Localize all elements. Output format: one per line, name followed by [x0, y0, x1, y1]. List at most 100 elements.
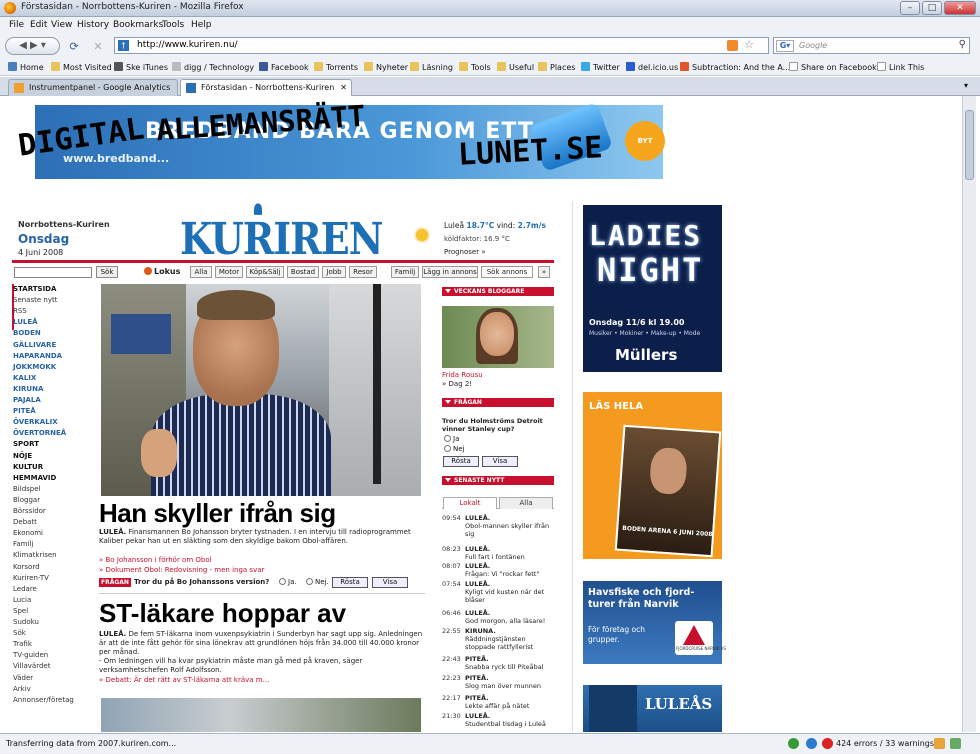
leftnav-item[interactable]: Villavärdet: [13, 662, 50, 670]
close-button[interactable]: ✕: [944, 1, 976, 15]
search-icon[interactable]: ⚲: [959, 39, 966, 50]
leftnav-item[interactable]: LULEÅ: [13, 318, 38, 326]
leftnav-item[interactable]: KALIX: [13, 374, 36, 382]
news-item[interactable]: LULEÅ. Frågan: Vi "rockar fett": [465, 562, 557, 578]
bookmark-useful[interactable]: Useful: [497, 62, 534, 72]
question-show-button[interactable]: Visa: [482, 456, 518, 467]
leftnav-item[interactable]: Korsord: [13, 563, 40, 571]
bookmark-home[interactable]: Home: [8, 62, 44, 72]
lokus-tab-lagg-in[interactable]: Lägg in annons: [422, 266, 478, 278]
menu-file[interactable]: File: [9, 20, 24, 30]
menu-bookmarks[interactable]: Bookmarks: [113, 20, 163, 30]
leftnav-item[interactable]: GÄLLIVARE: [13, 341, 56, 349]
leftnav-item[interactable]: KULTUR: [13, 463, 43, 471]
addon-icon-2[interactable]: [950, 738, 961, 749]
news-item[interactable]: LULEÅ. Studentbal tisdag i Luleå: [465, 712, 557, 728]
leftnav-item[interactable]: Sudoku: [13, 618, 39, 626]
news-item[interactable]: LULEÅ. Full fart i fontänen: [465, 545, 557, 561]
forecast-link[interactable]: Prognoser »: [444, 248, 486, 256]
leftnav-item[interactable]: JOKKMOKK: [13, 363, 56, 371]
article2-photo[interactable]: [101, 698, 421, 732]
tab-kuriren[interactable]: Förstasidan - Norrbottens-Kuriren ✕: [180, 79, 352, 96]
bookmark-places[interactable]: Places: [538, 62, 575, 72]
lokus-tab-more[interactable]: »: [538, 266, 550, 278]
leftnav-item[interactable]: ÖVERTORNEÅ: [13, 429, 66, 437]
bookmark-torrents[interactable]: Torrents: [314, 62, 358, 72]
article1-headline[interactable]: Han skyller ifrån sig: [99, 498, 336, 529]
tab-lokalt[interactable]: Lokalt: [443, 497, 497, 509]
site-search-input[interactable]: [14, 267, 92, 278]
leftnav-item[interactable]: Väder: [13, 674, 33, 682]
leftnav-item[interactable]: KIRUNA: [13, 385, 43, 393]
leftnav-item[interactable]: BODEN: [13, 329, 41, 337]
leftnav-item[interactable]: Trafik: [13, 640, 32, 648]
bookmark-facebook[interactable]: Facebook: [259, 62, 309, 72]
question-vote-button[interactable]: Rösta: [443, 456, 479, 467]
blogger-photo[interactable]: [442, 306, 554, 368]
blogger-post-link[interactable]: » Dag 2!: [442, 380, 472, 388]
news-item[interactable]: LULEÅ. Obol-mannen skyller ifrån sig: [465, 514, 557, 538]
tab-list-icon[interactable]: ▾: [964, 81, 968, 90]
leftnav-item[interactable]: Bloggar: [13, 496, 40, 504]
lokus-tab-bostad[interactable]: Bostad: [287, 266, 319, 278]
leftnav-item[interactable]: Klimatkrisen: [13, 551, 57, 559]
bookmark-link-this[interactable]: Link This: [877, 62, 924, 72]
leftnav-item[interactable]: Debatt: [13, 518, 37, 526]
tab-analytics[interactable]: Instrumentpanel - Google Analytics: [8, 79, 178, 96]
site-search-button[interactable]: Sök: [96, 266, 118, 278]
bookmark-most-visited[interactable]: Most Visited: [51, 62, 112, 72]
lokus-tab-alla[interactable]: Alla: [190, 266, 212, 278]
news-item[interactable]: PITEÅ. Lekte affär på nätet: [465, 694, 557, 710]
leftnav-item[interactable]: Senaste nytt: [13, 296, 57, 304]
leftnav-item[interactable]: RSS: [13, 307, 27, 315]
leftnav-item[interactable]: Bildspel: [13, 485, 40, 493]
leftnav-item[interactable]: STARTSIDA: [13, 285, 56, 293]
leftnav-item[interactable]: Lucia: [13, 596, 31, 604]
menu-history[interactable]: History: [77, 20, 109, 30]
kuriren-logo[interactable]: KURIREN: [180, 203, 383, 264]
ladies-night-ad[interactable]: LADIES NIGHT Onsdag 11/6 kl 19.00 Musike…: [583, 205, 722, 372]
tab-alla[interactable]: Alla: [499, 497, 553, 509]
menu-tools[interactable]: Tools: [162, 20, 184, 30]
poll-yes[interactable]: Ja.: [279, 578, 297, 586]
tab-close-icon[interactable]: ✕: [340, 80, 347, 95]
leftnav-item[interactable]: Sök: [13, 629, 26, 637]
lokus-tab-resor[interactable]: Resor: [349, 266, 377, 278]
lokus-logo[interactable]: Lokus: [144, 267, 180, 276]
leftnav-item[interactable]: Ledare: [13, 585, 37, 593]
search-box[interactable]: G▾ Google ⚲: [773, 37, 970, 54]
leftnav-item[interactable]: TV-guiden: [13, 651, 48, 659]
minimize-button[interactable]: –: [900, 1, 920, 15]
leftnav-item[interactable]: Spel: [13, 607, 28, 615]
rss-icon[interactable]: [727, 40, 738, 51]
bookmark-delicious[interactable]: del.icio.us: [626, 62, 678, 72]
bookmark-subtraction[interactable]: Subtraction: And the A...: [680, 62, 790, 72]
las-hela-ad[interactable]: LÄS HELA BODEN ARENA 6 JUNI 2008: [583, 392, 722, 559]
leftnav-item[interactable]: Kuriren-TV: [13, 574, 49, 582]
article2-link-debatt[interactable]: » Debatt: Är det rätt av ST-läkarna att …: [99, 676, 269, 684]
bookmark-itunes[interactable]: Ske iTunes: [114, 62, 168, 72]
bookmark-twitter[interactable]: Twitter: [581, 62, 620, 72]
poll-yes-radio[interactable]: [279, 578, 286, 585]
leftnav-item[interactable]: PAJALA: [13, 396, 41, 404]
google-engine-icon[interactable]: G▾: [776, 40, 794, 52]
leftnav-item[interactable]: Familj: [13, 540, 33, 548]
back-forward-button[interactable]: ◀ ▶ ▾: [5, 37, 60, 55]
lokus-tab-kop-salj[interactable]: Köp&Sälj: [246, 266, 284, 278]
status-ok-icon[interactable]: [788, 738, 799, 749]
stop-icon[interactable]: ✕: [90, 37, 106, 55]
question-no[interactable]: Nej: [444, 445, 465, 453]
question-yes[interactable]: Ja: [444, 435, 459, 443]
bookmark-digg[interactable]: digg / Technology: [172, 62, 254, 72]
article1-link-forhor[interactable]: » Bo Johansson i förhör om Obol: [99, 556, 212, 564]
question-no-radio[interactable]: [444, 445, 451, 452]
lokus-tab-sok-annons[interactable]: Sök annons: [481, 266, 533, 278]
luleas-ad[interactable]: LULEÅS: [583, 685, 722, 732]
bookmark-share-facebook[interactable]: Share on Facebook: [789, 62, 877, 72]
menu-help[interactable]: Help: [191, 20, 212, 30]
leftnav-item[interactable]: Arkiv: [13, 685, 31, 693]
leftnav-item[interactable]: PITEÅ: [13, 407, 36, 415]
addon-icon[interactable]: [934, 738, 945, 749]
leftnav-item[interactable]: Börssidor: [13, 507, 46, 515]
article1-link-dokument[interactable]: » Dokument Obol: Redovisning - men inga …: [99, 566, 264, 574]
